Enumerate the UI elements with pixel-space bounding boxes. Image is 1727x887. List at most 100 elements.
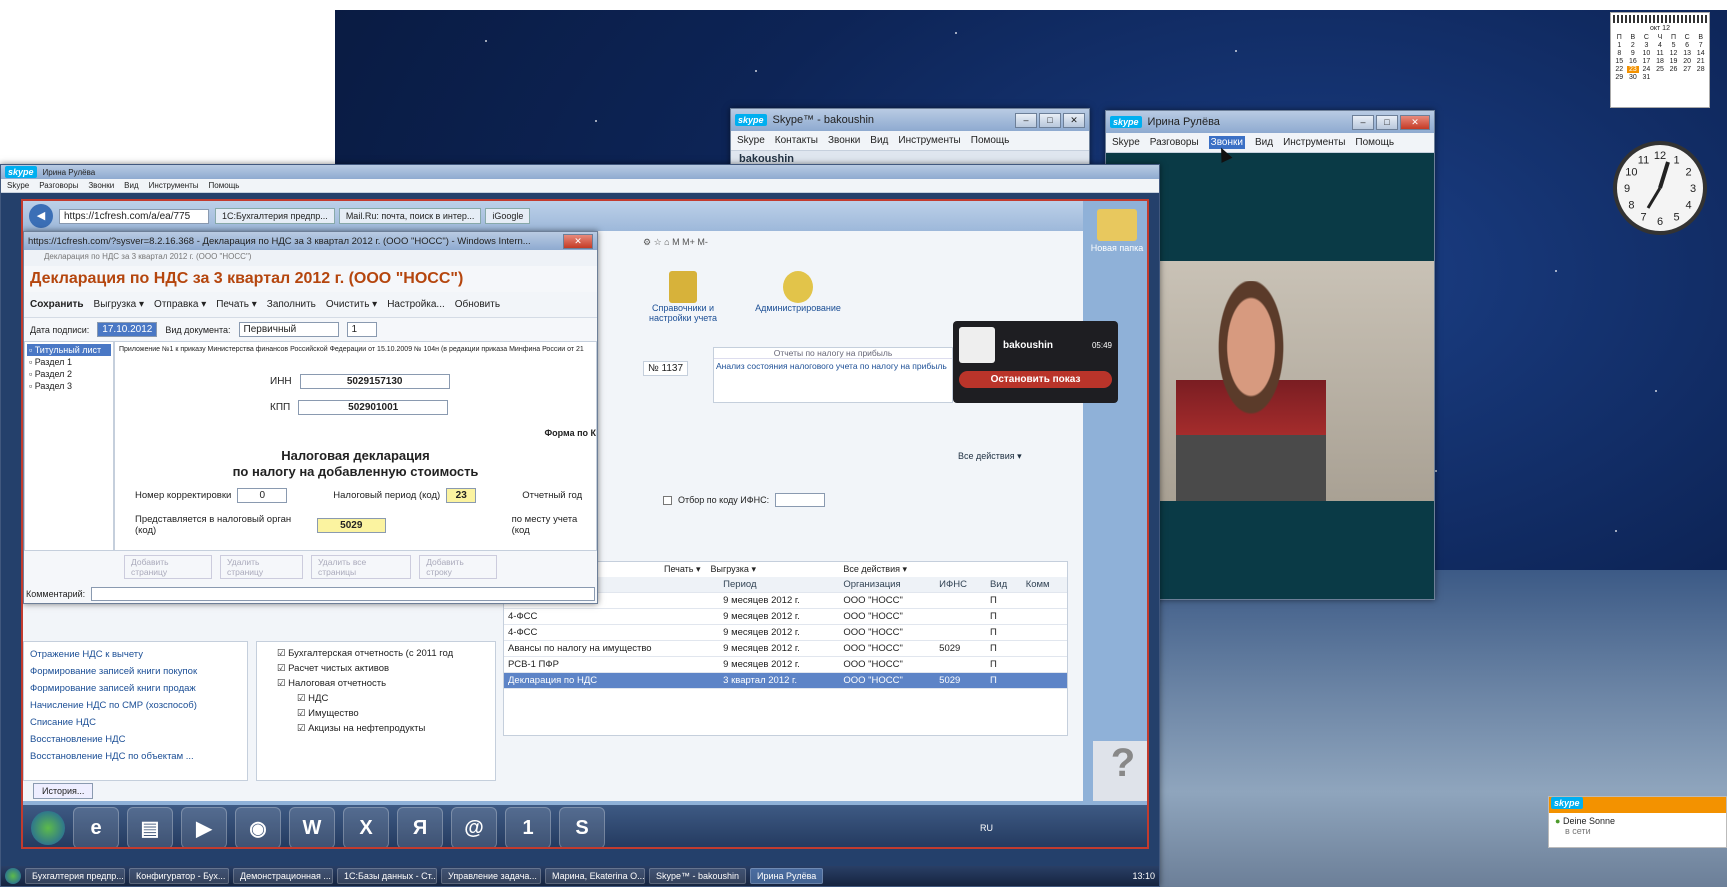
calendar-day[interactable]: 25: [1654, 66, 1667, 73]
nav-link[interactable]: Формирование записей книги покупок: [24, 663, 247, 680]
tree-item[interactable]: ☑ Имущество: [257, 706, 495, 721]
ie-icon[interactable]: e: [73, 807, 119, 847]
calendar-day[interactable]: 20: [1681, 58, 1694, 65]
table-row[interactable]: 4-ФСС 9 месяцев 2012 г. ООО "НОСС" П: [504, 608, 1067, 625]
tree-item[interactable]: ☑ НДС: [257, 691, 495, 706]
calendar-day[interactable]: 9: [1627, 50, 1640, 57]
ifns-filter-input[interactable]: [775, 493, 826, 507]
menu-item[interactable]: Помощь: [209, 181, 240, 190]
calendar-day[interactable]: 19: [1667, 58, 1680, 65]
taskbar-button[interactable]: Демонстрационная ...: [233, 868, 333, 884]
address-bar[interactable]: https://1cfresh.com/a/ea/775: [59, 208, 209, 224]
yandex-icon[interactable]: Я: [397, 807, 443, 847]
menu-item[interactable]: Помощь: [1355, 137, 1394, 148]
calendar-day[interactable]: 26: [1667, 66, 1680, 73]
calendar-day[interactable]: 7: [1694, 42, 1707, 49]
taskbar-button[interactable]: Ирина Рулёва: [750, 868, 824, 884]
table-row[interactable]: 4-ФСС 9 месяцев 2012 г. ООО "НОСС" П: [504, 624, 1067, 641]
toolbar-button[interactable]: Сохранить: [30, 299, 84, 310]
minimize-button[interactable]: –: [1015, 112, 1037, 128]
taskbar-button[interactable]: 1С:Базы данных - Ст...: [337, 868, 437, 884]
media-icon[interactable]: ▶: [181, 807, 227, 847]
help-icon[interactable]: ?: [1093, 741, 1147, 801]
calendar-day[interactable]: 30: [1627, 74, 1640, 81]
menu-item[interactable]: Skype: [737, 135, 765, 146]
filter-checkbox[interactable]: [663, 495, 672, 505]
menu-item[interactable]: Контакты: [775, 135, 818, 146]
calendar-day[interactable]: 8: [1613, 50, 1626, 57]
calendar-day[interactable]: 24: [1640, 66, 1653, 73]
calendar-day[interactable]: 16: [1627, 58, 1640, 65]
calendar-day[interactable]: 12: [1667, 50, 1680, 57]
kpp-field[interactable]: 502901001: [298, 400, 449, 415]
section-tree-item[interactable]: ▫ Раздел 3: [27, 380, 111, 392]
all-actions-button[interactable]: Все действия ▾: [958, 451, 1022, 462]
maximize-button[interactable]: □: [1376, 114, 1398, 130]
column-header[interactable]: Вид: [985, 577, 1022, 593]
calendar-day[interactable]: 3: [1640, 42, 1653, 49]
menu-item[interactable]: Инструменты: [1283, 137, 1345, 148]
calendar-day[interactable]: 1: [1613, 42, 1626, 49]
mailru-icon[interactable]: @: [451, 807, 497, 847]
toolbar-button[interactable]: Отправка ▾: [154, 299, 206, 310]
menu-item[interactable]: Инструменты: [898, 135, 960, 146]
taskbar-button[interactable]: Бухгалтерия предпр...: [25, 868, 125, 884]
page-action-button[interactable]: Удалить страницу: [220, 555, 304, 579]
table-row[interactable]: РСВ-1 ПФР 9 месяцев 2012 г. ООО "НОСС" П: [504, 656, 1067, 673]
taskbar-button[interactable]: Skype™ - bakoushin: [649, 868, 747, 884]
tree-item[interactable]: ☑ Расчет чистых активов: [257, 661, 495, 676]
toolbar-button[interactable]: Настройка...: [387, 299, 445, 310]
column-header[interactable]: Комм: [1021, 577, 1067, 593]
inn-field[interactable]: 5029157130: [299, 374, 450, 389]
menu-item[interactable]: Skype: [7, 181, 29, 190]
table-row[interactable]: Авансы по налогу на имущество 9 месяцев 2…: [504, 640, 1067, 657]
calendar-day[interactable]: 15: [1613, 58, 1626, 65]
calendar-day[interactable]: 27: [1681, 66, 1694, 73]
browser-tab[interactable]: iGoogle: [485, 208, 531, 224]
taskbar-button[interactable]: Марина, Ekaterina O...: [545, 868, 645, 884]
menu-item[interactable]: Skype: [1112, 137, 1140, 148]
toolbar-button[interactable]: Обновить: [455, 299, 500, 310]
menu-item[interactable]: Разговоры: [39, 181, 78, 190]
period-field[interactable]: 23: [446, 488, 477, 503]
section-directories[interactable]: Справочники и настройки учета: [643, 303, 723, 323]
new-folder-icon[interactable]: Новая папка: [1083, 201, 1147, 281]
section-admin[interactable]: Администрирование: [753, 303, 843, 313]
start-orb-icon[interactable]: [5, 868, 21, 884]
language-indicator[interactable]: RU: [980, 823, 993, 833]
nds-declaration-dialog[interactable]: https://1cfresh.com/?sysver=8.2.16.368 -…: [23, 231, 598, 604]
correction-num-field[interactable]: 1: [346, 322, 377, 337]
start-orb-icon[interactable]: [31, 811, 65, 845]
maximize-button[interactable]: □: [1039, 112, 1061, 128]
toolbar-button[interactable]: Заполнить: [267, 299, 316, 310]
nav-link[interactable]: Восстановление НДС по объектам ...: [24, 748, 247, 765]
page-action-button[interactable]: Удалить все страницы: [311, 555, 412, 579]
calendar-day[interactable]: 6: [1681, 42, 1694, 49]
calendar-day[interactable]: 13: [1681, 50, 1694, 57]
calendar-day[interactable]: 2: [1627, 42, 1640, 49]
browser-tab[interactable]: 1С:Бухгалтерия предпр...: [215, 208, 335, 224]
calendar-day[interactable]: 14: [1694, 50, 1707, 57]
menu-item[interactable]: Вид: [124, 181, 138, 190]
comment-field[interactable]: [91, 587, 595, 601]
menu-item[interactable]: Инструменты: [149, 181, 199, 190]
tree-item[interactable]: ☑ Бухгалтерская отчетность (с 2011 год: [257, 646, 495, 661]
menu-item[interactable]: Звонки: [88, 181, 114, 190]
calendar-day[interactable]: 10: [1640, 50, 1653, 57]
browser-tab[interactable]: Mail.Ru: почта, поиск в интер...: [338, 208, 482, 224]
toolbar-button[interactable]: Печать ▾: [216, 299, 257, 310]
calendar-day[interactable]: 4: [1654, 42, 1667, 49]
page-action-button[interactable]: Добавить страницу: [124, 555, 212, 579]
section-tree-item[interactable]: ▫ Раздел 1: [27, 356, 111, 368]
calendar-day[interactable]: 21: [1694, 58, 1707, 65]
print-button[interactable]: Печать ▾: [664, 564, 701, 575]
outer-skype-window[interactable]: skype Ирина Рулёва Skype Разговоры Звонки Ви…: [0, 164, 1160, 887]
calendar-day[interactable]: 22: [1613, 66, 1626, 73]
chrome-icon[interactable]: ◉: [235, 807, 281, 847]
minimize-button[interactable]: –: [1352, 114, 1374, 130]
skype-bakoushin-window[interactable]: skype Skype™ - bakoushin – □ ✕ Skype Контакт…: [730, 108, 1090, 170]
column-header[interactable]: ИФНС: [935, 577, 986, 593]
tree-item[interactable]: ☑ Налоговая отчетность: [257, 676, 495, 691]
calendar-day[interactable]: 29: [1613, 74, 1626, 81]
menu-item[interactable]: Помощь: [971, 135, 1010, 146]
